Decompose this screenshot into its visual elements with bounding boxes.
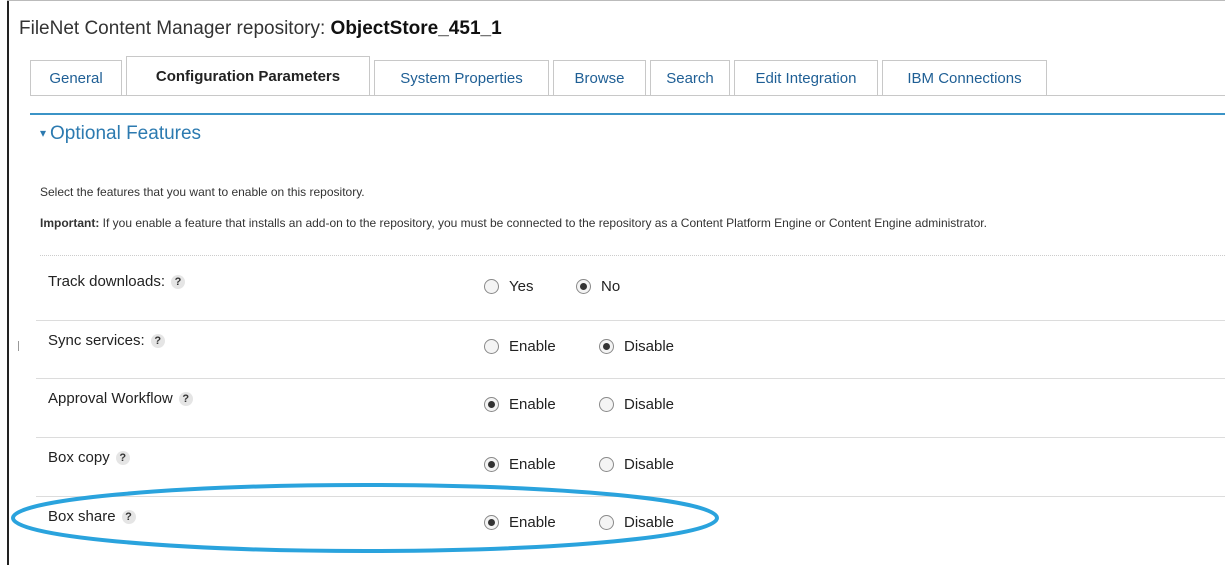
repository-name: ObjectStore_451_1 <box>330 18 502 39</box>
radio-approval-workflow-enable[interactable]: Enable <box>484 396 556 413</box>
radio-track-downloads-yes[interactable]: Yes <box>484 278 533 295</box>
tab-ibm-connections[interactable]: IBM Connections <box>882 60 1047 96</box>
tab-system-properties[interactable]: System Properties <box>374 60 549 96</box>
radio-button-icon <box>599 397 614 412</box>
help-icon[interactable]: ? <box>178 392 193 406</box>
tab-browse[interactable]: Browse <box>553 60 646 96</box>
important-note: Important: If you enable a feature that … <box>40 216 987 230</box>
radio-button-selected-icon <box>484 397 499 412</box>
radio-button-icon <box>484 339 499 354</box>
radio-button-selected-icon <box>484 457 499 472</box>
edge-mark <box>18 341 19 351</box>
radio-button-selected-icon <box>599 339 614 354</box>
dotted-divider <box>40 255 1225 256</box>
radio-approval-workflow-disable[interactable]: Disable <box>599 396 674 413</box>
important-text: If you enable a feature that installs an… <box>99 216 987 230</box>
radio-button-selected-icon <box>576 279 591 294</box>
radio-sync-services-disable[interactable]: Disable <box>599 338 674 355</box>
radio-track-downloads-no[interactable]: No <box>576 278 620 295</box>
radio-box-copy-disable[interactable]: Disable <box>599 456 674 473</box>
tab-bar-divider <box>30 95 1225 96</box>
row-divider <box>36 437 1225 438</box>
tab-bar: General Configuration Parameters System … <box>30 56 1051 96</box>
screenshot-left-border <box>7 0 9 565</box>
help-icon[interactable]: ? <box>115 451 130 465</box>
page-title-prefix: FileNet Content Manager repository: <box>19 18 331 39</box>
radio-button-icon <box>484 279 499 294</box>
feature-label-approval-workflow: Approval Workflow? <box>48 390 193 407</box>
radio-sync-services-enable[interactable]: Enable <box>484 338 556 355</box>
tab-edit-integration[interactable]: Edit Integration <box>734 60 878 96</box>
section-top-rule <box>30 113 1225 115</box>
optional-features-toggle[interactable]: ▾ Optional Features <box>40 123 201 145</box>
screenshot-top-border <box>7 0 1225 1</box>
caret-down-icon: ▾ <box>40 126 47 140</box>
important-label: Important: <box>40 216 100 230</box>
help-icon[interactable]: ? <box>150 334 165 348</box>
row-divider <box>36 320 1225 321</box>
highlight-ellipse <box>11 483 719 553</box>
feature-label-track-downloads: Track downloads:? <box>48 273 185 290</box>
tab-general[interactable]: General <box>30 60 122 96</box>
section-description: Select the features that you want to ena… <box>40 185 365 199</box>
help-icon[interactable]: ? <box>171 275 185 289</box>
tab-search[interactable]: Search <box>650 60 730 96</box>
section-title: Optional Features <box>50 123 202 144</box>
feature-label-sync-services: Sync services:? <box>48 332 165 349</box>
radio-box-copy-enable[interactable]: Enable <box>484 456 556 473</box>
radio-button-icon <box>599 457 614 472</box>
page-title: FileNet Content Manager repository: Obje… <box>19 18 502 40</box>
row-divider <box>36 378 1225 379</box>
tab-configuration-parameters[interactable]: Configuration Parameters <box>126 56 370 96</box>
feature-label-box-copy: Box copy? <box>48 449 130 466</box>
